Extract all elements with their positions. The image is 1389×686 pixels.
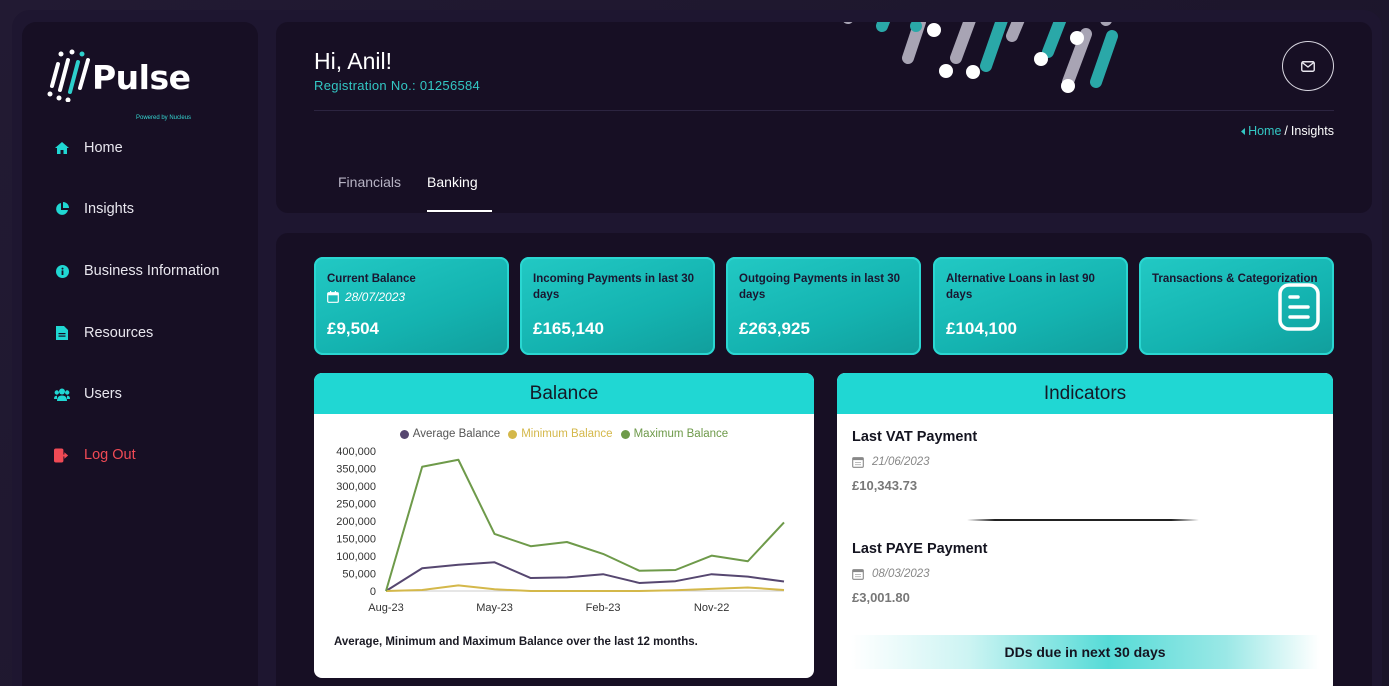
- paye-payment-value: £3,001.80: [852, 590, 910, 605]
- legend-dot-average: [399, 429, 409, 439]
- card-value: £165,140: [533, 319, 604, 338]
- incoming-payments-card[interactable]: Incoming Payments in last 30 days £165,1…: [520, 257, 715, 355]
- breadcrumb: Home / Insights: [1241, 124, 1334, 138]
- sidebar-item-label: Home: [84, 140, 123, 156]
- sidebar-item-resources[interactable]: Resources: [54, 319, 153, 347]
- breadcrumb-home-link[interactable]: Home: [1248, 124, 1281, 138]
- indicator-divider: [967, 519, 1199, 521]
- calendar-icon: [327, 291, 339, 303]
- header: Hi, Anil! Registration No.: 01256584 Hom…: [276, 22, 1372, 213]
- sidebar-item-users[interactable]: Users: [54, 380, 122, 408]
- card-title: Alternative Loans in last 90 days: [946, 273, 1095, 301]
- sidebar-item-insights[interactable]: Insights: [54, 195, 134, 223]
- tab-banking[interactable]: Banking: [427, 174, 492, 212]
- legend-label-minimum: Minimum Balance: [521, 428, 613, 440]
- indicators-panel: Indicators Last VAT Payment 21/06/2023 £…: [837, 373, 1333, 686]
- document-icon: [54, 325, 70, 341]
- breadcrumb-current: Insights: [1290, 124, 1334, 138]
- y-tick-label: 50,000: [342, 569, 376, 581]
- legend-label-average: Average Balance: [412, 428, 501, 440]
- breadcrumb-separator: /: [1284, 124, 1288, 138]
- x-tick-label: Nov-22: [694, 602, 729, 614]
- home-icon: [54, 140, 70, 156]
- document-list-icon: [1278, 283, 1320, 331]
- users-icon: [54, 386, 70, 402]
- y-tick-label: 300,000: [336, 481, 376, 493]
- transactions-categorization-card[interactable]: Transactions & Categorization: [1139, 257, 1334, 355]
- paye-date-text: 08/03/2023: [872, 568, 930, 580]
- balance-panel-title: Balance: [314, 373, 814, 414]
- card-value: £263,925: [739, 319, 810, 338]
- chart-legend: Average Balance Minimum Balance Maximum …: [314, 428, 814, 440]
- brand-name: Pulse: [92, 58, 191, 97]
- x-tick-label: Feb-23: [586, 602, 621, 614]
- card-title: Outgoing Payments in last 30 days: [739, 273, 901, 301]
- balance-chart: 0 50,000 100,000 150,000 200,000 250,000 300,0…: [336, 446, 785, 614]
- header-divider: [314, 110, 1334, 111]
- registration-number: Registration No.: 01256584: [314, 78, 481, 93]
- dd-due-header: DDs due in next 30 days: [851, 635, 1319, 669]
- sidebar-item-label: Log Out: [84, 447, 136, 463]
- pie-chart-icon: [54, 201, 70, 217]
- paye-payment-date: 08/03/2023: [852, 568, 930, 580]
- series-line-minimum-balance: [385, 584, 785, 592]
- y-tick-label: 200,000: [336, 516, 376, 528]
- card-date-text: 28/07/2023: [345, 290, 406, 304]
- info-icon: [54, 263, 70, 279]
- calendar-icon: [852, 457, 864, 468]
- legend-item-maximum[interactable]: Maximum Balance: [620, 428, 729, 440]
- legend-label-maximum: Maximum Balance: [633, 428, 729, 440]
- paye-payment-label: Last PAYE Payment: [852, 541, 988, 557]
- alternative-loans-card[interactable]: Alternative Loans in last 90 days £104,1…: [933, 257, 1128, 355]
- card-value: £9,504: [327, 319, 379, 338]
- main-panel: Current Balance 28/07/2023 £9,504 Incomi…: [276, 233, 1372, 686]
- brand-subtitle: Powered by Nucleus: [136, 115, 192, 121]
- vat-payment-date: 21/06/2023: [852, 456, 930, 468]
- y-tick-label: 0: [370, 586, 376, 598]
- sidebar-item-label: Insights: [84, 201, 134, 217]
- greeting: Hi, Anil!: [314, 48, 392, 74]
- legend-item-average[interactable]: Average Balance: [399, 428, 501, 440]
- sidebar-item-label: Business Information: [84, 263, 220, 279]
- chart-caption: Average, Minimum and Maximum Balance ove…: [334, 636, 698, 648]
- x-tick-label: May-23: [476, 602, 513, 614]
- sidebar-item-logout[interactable]: Log Out: [54, 441, 136, 469]
- brand-logo[interactable]: Pulse Powered by Nucleus: [44, 42, 204, 122]
- pulse-logo-icon: [47, 49, 90, 102]
- mail-button[interactable]: [1282, 41, 1334, 91]
- decorative-pulse-pattern: [843, 22, 1118, 93]
- sidebar-item-home[interactable]: Home: [54, 134, 123, 162]
- x-tick-label: Aug-23: [368, 602, 403, 614]
- y-tick-label: 400,000: [336, 446, 376, 458]
- tab-financials[interactable]: Financials: [338, 174, 401, 212]
- vat-payment-value: £10,343.73: [852, 478, 918, 493]
- outgoing-payments-card[interactable]: Outgoing Payments in last 30 days £263,9…: [726, 257, 921, 355]
- vat-date-text: 21/06/2023: [872, 456, 930, 468]
- y-tick-label: 350,000: [336, 464, 376, 476]
- legend-dot-maximum: [620, 429, 630, 439]
- indicators-panel-title: Indicators: [837, 373, 1333, 414]
- chevron-left-icon: [1241, 127, 1246, 135]
- card-value: £104,100: [946, 319, 1017, 338]
- sidebar-item-label: Users: [84, 386, 122, 402]
- tab-bar: Financials Banking: [338, 174, 492, 212]
- calendar-icon: [852, 569, 864, 580]
- card-title: Incoming Payments in last 30 days: [533, 273, 695, 301]
- sidebar-item-business-information[interactable]: Business Information: [54, 257, 219, 285]
- sidebar: Pulse Powered by Nucleus Home Insights B…: [22, 22, 258, 686]
- vat-payment-label: Last VAT Payment: [852, 429, 978, 445]
- y-tick-label: 100,000: [336, 551, 376, 563]
- card-title: Current Balance: [327, 273, 416, 285]
- balance-panel: Balance Average Balance Minimum Balance …: [314, 373, 814, 678]
- mail-icon: [1301, 60, 1315, 72]
- y-tick-label: 150,000: [336, 534, 376, 546]
- legend-item-minimum[interactable]: Minimum Balance: [508, 428, 613, 440]
- legend-dot-minimum: [508, 429, 518, 439]
- logout-icon: [54, 447, 70, 463]
- card-date: 28/07/2023: [327, 290, 496, 304]
- series-line-maximum-balance: [385, 458, 785, 592]
- y-tick-label: 250,000: [336, 499, 376, 511]
- sidebar-item-label: Resources: [84, 325, 154, 341]
- current-balance-card[interactable]: Current Balance 28/07/2023 £9,504: [314, 257, 509, 355]
